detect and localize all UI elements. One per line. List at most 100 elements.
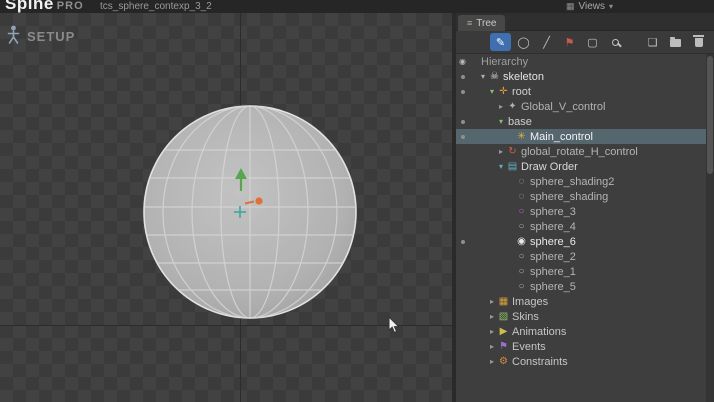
sphere-mesh[interactable]	[143, 105, 357, 319]
tree-row-draw-order[interactable]: ▾ ▤ Draw Order	[456, 159, 706, 174]
constraints-icon: ⚙	[499, 356, 508, 367]
tree-row-sphere-shading2[interactable]: ◌ sphere_shading2	[456, 174, 706, 189]
tree-row-base[interactable]: ▾ base	[456, 114, 706, 129]
trash-button-button[interactable]	[688, 33, 709, 51]
expander-down-icon[interactable]: ▾	[478, 72, 488, 81]
tree-row-label: Draw Order	[521, 160, 578, 173]
tree-row-animations[interactable]: ▸ ▶ Animations	[456, 324, 706, 339]
mouse-cursor-icon	[388, 316, 400, 334]
expander-right-icon[interactable]: ▸	[496, 147, 506, 156]
mode-label: SETUP	[27, 29, 76, 44]
project-filename: tcs_sphere_contexp_3_2	[100, 1, 212, 12]
expander-down-icon[interactable]: ▾	[496, 117, 506, 126]
tree-row-label: Animations	[512, 325, 567, 338]
tree-row-label: global_rotate_H_control	[521, 145, 638, 158]
visibility-dot-icon[interactable]	[456, 89, 469, 94]
expander-right-icon[interactable]: ▸	[487, 342, 497, 351]
tree-row-images[interactable]: ▸ ▦ Images	[456, 294, 706, 309]
expander-down-icon[interactable]: ▾	[496, 162, 506, 171]
tree-row-events[interactable]: ▸ ⚑ Events	[456, 339, 706, 354]
tree-row-skins[interactable]: ▸ ▧ Skins	[456, 309, 706, 324]
expander-right-icon[interactable]: ▸	[487, 297, 497, 306]
tree-row-sphere-3[interactable]: ○ sphere_3	[456, 204, 706, 219]
brush-tool-button[interactable]: ✎	[490, 33, 511, 51]
dot-icon	[460, 239, 465, 244]
tree-row-label: sphere_6	[530, 235, 576, 248]
tree-row-label: Skins	[512, 310, 539, 323]
expander-down-icon[interactable]: ▾	[487, 87, 497, 96]
folder-button-button[interactable]	[665, 33, 686, 51]
animations-icon: ▶	[499, 326, 508, 337]
tree-row-label: sphere_5	[530, 280, 576, 293]
figure-icon	[7, 25, 20, 44]
tree-row-main-control[interactable]: ✳ Main_control	[456, 129, 706, 144]
search-tool-button[interactable]	[605, 33, 626, 51]
mesh-icon: ◌	[518, 191, 525, 202]
tree-row-label: sphere_2	[530, 250, 576, 263]
visibility-dot-icon[interactable]	[456, 74, 469, 79]
views-grid-icon: ▦	[566, 1, 575, 11]
dot-icon	[460, 89, 465, 94]
tree-row-sphere-5[interactable]: ○ sphere_5	[456, 279, 706, 294]
tree-row-global-v-control[interactable]: ▸ ✦ Global_V_control	[456, 99, 706, 114]
editor-viewport[interactable]: SETUP	[0, 13, 452, 402]
views-menu-label: Views	[578, 1, 606, 12]
visibility-dot-icon[interactable]	[456, 119, 469, 124]
expander-right-icon[interactable]: ▸	[487, 312, 497, 321]
expander-right-icon[interactable]: ▸	[487, 357, 497, 366]
expander-right-icon[interactable]: ▸	[496, 102, 506, 111]
tree-scrollbar-thumb[interactable]	[707, 56, 713, 174]
tree-row-hierarchy[interactable]: ◉ Hierarchy	[456, 54, 706, 69]
visibility-dot-icon[interactable]	[456, 239, 469, 244]
tree-row-sphere-1[interactable]: ○ sphere_1	[456, 264, 706, 279]
tab-tree[interactable]: ≡ Tree	[458, 15, 506, 31]
sphere-canvas[interactable]	[0, 13, 452, 402]
tree-panel: ≡ Tree ✎ ◯ ╱ ⚑ ▢ ❏ ◉ Hierarchy ▾ ☠ skeleton ▾ ✛ root…	[456, 13, 714, 402]
folder-button-icon	[670, 37, 681, 47]
tree-row-sphere-4[interactable]: ○ sphere_4	[456, 219, 706, 234]
new-button-button[interactable]: ❏	[642, 33, 663, 51]
mode-indicator[interactable]: SETUP	[6, 25, 75, 45]
circle-icon: ○	[518, 281, 525, 292]
views-menu-button[interactable]: ▦ Views ▾	[566, 0, 613, 13]
top-bar: Spine PRO tcs_sphere_contexp_3_2 ▦ Views …	[0, 0, 714, 13]
tree-scrollbar[interactable]	[706, 54, 714, 402]
create-tool-button[interactable]: ╱	[536, 33, 557, 51]
app-logo-badge: PRO	[56, 0, 84, 12]
eye-icon[interactable]: ◉	[456, 57, 469, 66]
visibility-dot-icon[interactable]	[456, 134, 469, 139]
tree-row-sphere-6[interactable]: ◉ sphere_6	[456, 234, 706, 249]
tree-row-root[interactable]: ▾ ✛ root	[456, 84, 706, 99]
circle-icon: ○	[518, 206, 525, 217]
tree-row-global-rotate-h-control[interactable]: ▸ ↻ global_rotate_H_control	[456, 144, 706, 159]
tree-rows: ◉ Hierarchy ▾ ☠ skeleton ▾ ✛ root ▸ ✦ Global_V_con…	[456, 54, 706, 402]
dot-icon	[460, 119, 465, 124]
expander-right-icon[interactable]: ▸	[487, 327, 497, 336]
tree-row-constraints[interactable]: ▸ ⚙ Constraints	[456, 354, 706, 369]
tree-row-sphere-shading[interactable]: ◌ sphere_shading	[456, 189, 706, 204]
tab-tree-label: Tree	[476, 17, 497, 29]
weights-tool-button[interactable]: ◯	[513, 33, 534, 51]
tree-row-label: Constraints	[512, 355, 568, 368]
x-axis-dot-icon[interactable]	[255, 197, 263, 205]
tree-row-sphere-2[interactable]: ○ sphere_2	[456, 249, 706, 264]
spine-app-window: Spine PRO tcs_sphere_contexp_3_2 ▦ Views …	[0, 0, 714, 402]
app-logo-text: Spine	[5, 0, 54, 13]
box-select-tool-button[interactable]: ▢	[582, 33, 603, 51]
tree-row-skeleton[interactable]: ▾ ☠ skeleton	[456, 69, 706, 84]
tree-row-label: sphere_4	[530, 220, 576, 233]
tree-row-label: sphere_3	[530, 205, 576, 218]
flag-tool-button[interactable]: ⚑	[559, 33, 580, 51]
